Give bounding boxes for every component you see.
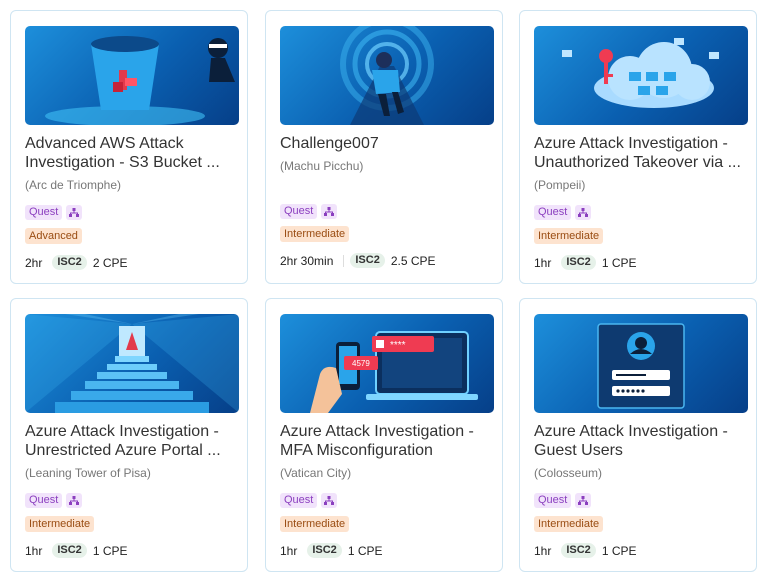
location-label: (Colosseum)	[534, 466, 603, 480]
lab-title[interactable]: Azure Attack Investigation - Guest Users	[534, 422, 746, 460]
lab-card[interactable]: Azure Attack Investigation - Unauthorized…	[519, 10, 757, 284]
mfa-phone-illustration: **** 4579	[280, 314, 494, 413]
cloud-key-illustration	[534, 26, 748, 125]
quest-tag: Quest	[280, 493, 318, 508]
cpe-value: 1 CPE	[601, 543, 637, 558]
stairway-illustration	[25, 314, 239, 413]
lab-card[interactable]: Azure Attack Investigation - Unrestricted…	[10, 298, 248, 572]
location-label: (Machu Picchu)	[280, 159, 364, 173]
hierarchy-icon	[575, 493, 592, 508]
duration: 2hr 30min	[280, 253, 334, 268]
duration: 2hr	[25, 255, 43, 270]
divider	[343, 254, 345, 267]
isc2-badge: ISC2	[307, 543, 342, 558]
hierarchy-icon	[321, 204, 338, 219]
location-label: (Vatican City)	[280, 466, 352, 480]
lab-card[interactable]: Azure Attack Investigation - Guest Users …	[519, 298, 757, 572]
lab-title[interactable]: Azure Attack Investigation - Unrestricted…	[25, 422, 237, 460]
cpe-value: 2 CPE	[92, 255, 128, 270]
quest-tag: Quest	[280, 204, 318, 219]
lab-card[interactable]: Challenge007 (Machu Picchu) Quest Interm…	[265, 10, 503, 284]
hierarchy-icon	[66, 493, 83, 508]
quest-tag: Quest	[25, 493, 63, 508]
quest-tag: Quest	[534, 493, 572, 508]
duration: 1hr	[280, 543, 298, 558]
difficulty-badge: Intermediate	[25, 516, 95, 532]
hierarchy-icon	[321, 493, 338, 508]
lab-title[interactable]: Advanced AWS Attack Investigation - S3 Bu…	[25, 134, 237, 172]
cpe-value: 2.5 CPE	[390, 253, 436, 268]
sms-code: 4579	[352, 359, 370, 368]
lab-card[interactable]: **** 4579 Azure Attack Investigation - MF…	[265, 298, 503, 572]
location-label: (Pompeii)	[534, 178, 586, 192]
cpe-value: 1 CPE	[347, 543, 383, 558]
difficulty-badge: Intermediate	[280, 516, 350, 532]
location-label: (Arc de Triomphe)	[25, 178, 122, 192]
difficulty-badge: Intermediate	[534, 516, 604, 532]
lab-title[interactable]: Azure Attack Investigation - Unauthorized…	[534, 134, 746, 172]
difficulty-badge: Intermediate	[534, 228, 604, 244]
hierarchy-icon	[575, 205, 592, 220]
hierarchy-icon	[66, 205, 83, 220]
duration: 1hr	[534, 255, 552, 270]
isc2-badge: ISC2	[561, 543, 596, 558]
quest-tag: Quest	[25, 205, 63, 220]
hacker-vortex-illustration	[280, 26, 494, 125]
cpe-value: 1 CPE	[92, 543, 128, 558]
isc2-badge: ISC2	[350, 253, 385, 268]
difficulty-badge: Intermediate	[280, 226, 350, 242]
duration: 1hr	[25, 543, 43, 558]
password-mask: ****	[390, 340, 406, 351]
lab-title[interactable]: Azure Attack Investigation - MFA Misconfi…	[280, 422, 492, 460]
lab-card[interactable]: Advanced AWS Attack Investigation - S3 Bu…	[10, 10, 248, 284]
guest-login-illustration	[534, 314, 748, 413]
isc2-badge: ISC2	[561, 255, 596, 270]
cpe-value: 1 CPE	[601, 255, 637, 270]
location-label: (Leaning Tower of Pisa)	[25, 466, 151, 480]
isc2-badge: ISC2	[52, 255, 87, 270]
isc2-badge: ISC2	[52, 543, 87, 558]
s3-bucket-illustration	[25, 26, 239, 125]
quest-tag: Quest	[534, 205, 572, 220]
difficulty-badge: Advanced	[25, 228, 82, 244]
duration: 1hr	[534, 543, 552, 558]
